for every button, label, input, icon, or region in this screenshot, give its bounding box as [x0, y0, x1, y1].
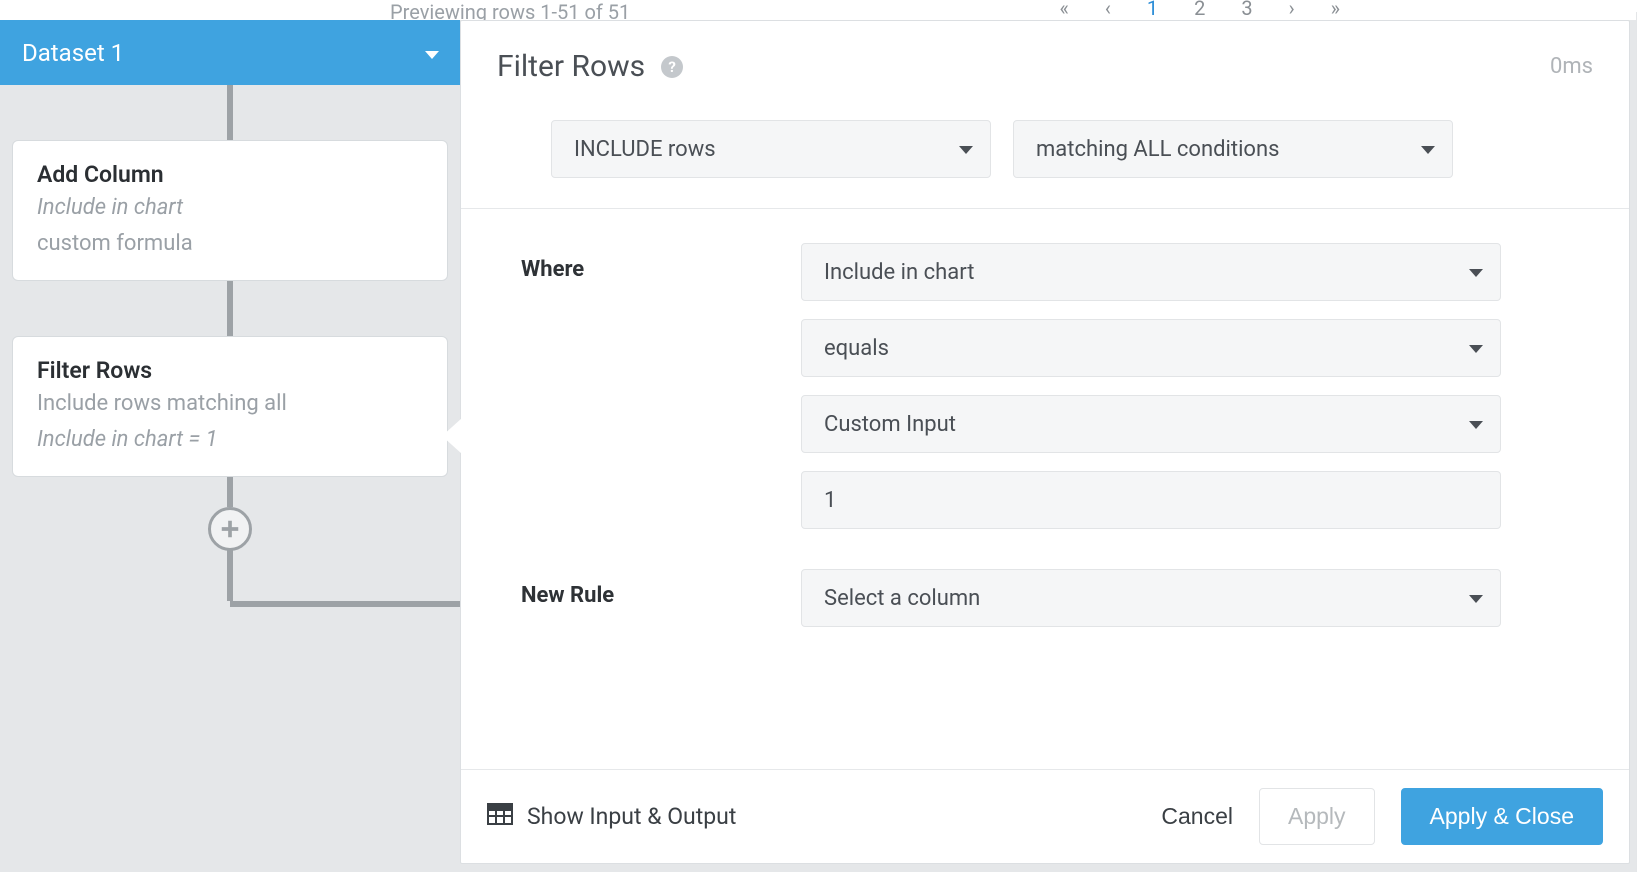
new-rule-controls: Select a column: [801, 569, 1501, 645]
dataset-header[interactable]: Dataset 1: [0, 20, 460, 85]
node-subtitle-1: Include rows matching all: [37, 388, 423, 420]
pager-last[interactable]: »: [1331, 0, 1340, 20]
pointer-indicator: [442, 418, 462, 454]
panel-footer: Show Input & Output Cancel Apply Apply &…: [461, 769, 1629, 863]
pager-page-3[interactable]: 3: [1241, 0, 1252, 20]
apply-button[interactable]: Apply: [1259, 788, 1375, 845]
where-row: Where Include in chart equals Custom Inp…: [521, 243, 1593, 547]
new-rule-column-select[interactable]: Select a column: [801, 569, 1501, 627]
new-rule-label: New Rule: [521, 569, 801, 608]
pipeline-node-filter-rows[interactable]: Filter Rows Include rows matching all In…: [12, 336, 448, 477]
node-title: Filter Rows: [37, 357, 423, 384]
connector-line: [227, 477, 233, 507]
panel-title: Filter Rows ?: [497, 49, 683, 84]
right-rail-edge: [1636, 12, 1650, 872]
apply-close-button[interactable]: Apply & Close: [1401, 788, 1603, 845]
chevron-down-icon: [1468, 412, 1484, 437]
include-mode-select[interactable]: INCLUDE rows: [551, 120, 991, 178]
filter-rows-panel: Filter Rows ? 0ms INCLUDE rows matching …: [460, 20, 1630, 864]
connector-elbow: [0, 551, 460, 621]
node-subtitle-2: Include in chart = 1: [37, 424, 423, 456]
mode-row: INCLUDE rows matching ALL conditions: [461, 106, 1629, 209]
connector-line: [227, 85, 233, 140]
dataset-title: Dataset 1: [22, 39, 124, 67]
pipeline-canvas: Dataset 1 Add Column Include in chart cu…: [0, 20, 460, 872]
preview-bar: Previewing rows 1-51 of 51 « ‹ 1 2 3 › »: [0, 0, 1650, 20]
select-value: Custom Input: [824, 412, 956, 437]
chevron-down-icon: [958, 137, 974, 162]
panel-header: Filter Rows ? 0ms: [461, 21, 1629, 106]
table-icon: [487, 803, 513, 831]
footer-actions: Cancel Apply Apply & Close: [1161, 788, 1603, 845]
plus-icon: [219, 518, 241, 540]
where-operator-select[interactable]: equals: [801, 319, 1501, 377]
connector-line: [227, 281, 233, 336]
where-value-type-select[interactable]: Custom Input: [801, 395, 1501, 453]
pipeline-node-add-column[interactable]: Add Column Include in chart custom formu…: [12, 140, 448, 281]
select-value: matching ALL conditions: [1036, 137, 1279, 162]
help-icon[interactable]: ?: [661, 56, 683, 78]
panel-body: Where Include in chart equals Custom Inp…: [461, 209, 1629, 769]
where-label: Where: [521, 243, 801, 282]
new-rule-row: New Rule Select a column: [521, 569, 1593, 645]
pager-next[interactable]: ›: [1289, 0, 1295, 20]
pager-first[interactable]: «: [1059, 0, 1068, 20]
chevron-down-icon: [1420, 137, 1436, 162]
cancel-button[interactable]: Cancel: [1161, 803, 1233, 830]
pager-page-2[interactable]: 2: [1194, 0, 1205, 20]
show-input-output-button[interactable]: Show Input & Output: [487, 803, 736, 831]
select-placeholder: Select a column: [824, 586, 980, 611]
match-conditions-select[interactable]: matching ALL conditions: [1013, 120, 1453, 178]
execution-timing: 0ms: [1550, 54, 1593, 79]
show-io-label: Show Input & Output: [527, 803, 736, 830]
chevron-down-icon: [1468, 260, 1484, 285]
where-controls: Include in chart equals Custom Input 1: [801, 243, 1501, 547]
where-column-select[interactable]: Include in chart: [801, 243, 1501, 301]
node-subtitle-1: Include in chart: [37, 192, 423, 224]
panel-title-text: Filter Rows: [497, 49, 645, 84]
node-subtitle-2: custom formula: [37, 228, 423, 260]
select-value: equals: [824, 336, 889, 361]
select-value: INCLUDE rows: [574, 137, 716, 162]
pager: « ‹ 1 2 3 › »: [1059, 0, 1340, 20]
where-value-input[interactable]: 1: [801, 471, 1501, 529]
input-value: 1: [824, 488, 836, 513]
chevron-down-icon: [1468, 586, 1484, 611]
add-node-button[interactable]: [208, 507, 252, 551]
node-title: Add Column: [37, 161, 423, 188]
pager-page-1[interactable]: 1: [1147, 0, 1158, 20]
chevron-down-icon: [424, 39, 440, 67]
select-value: Include in chart: [824, 260, 974, 285]
pager-prev[interactable]: ‹: [1105, 0, 1111, 20]
chevron-down-icon: [1468, 336, 1484, 361]
